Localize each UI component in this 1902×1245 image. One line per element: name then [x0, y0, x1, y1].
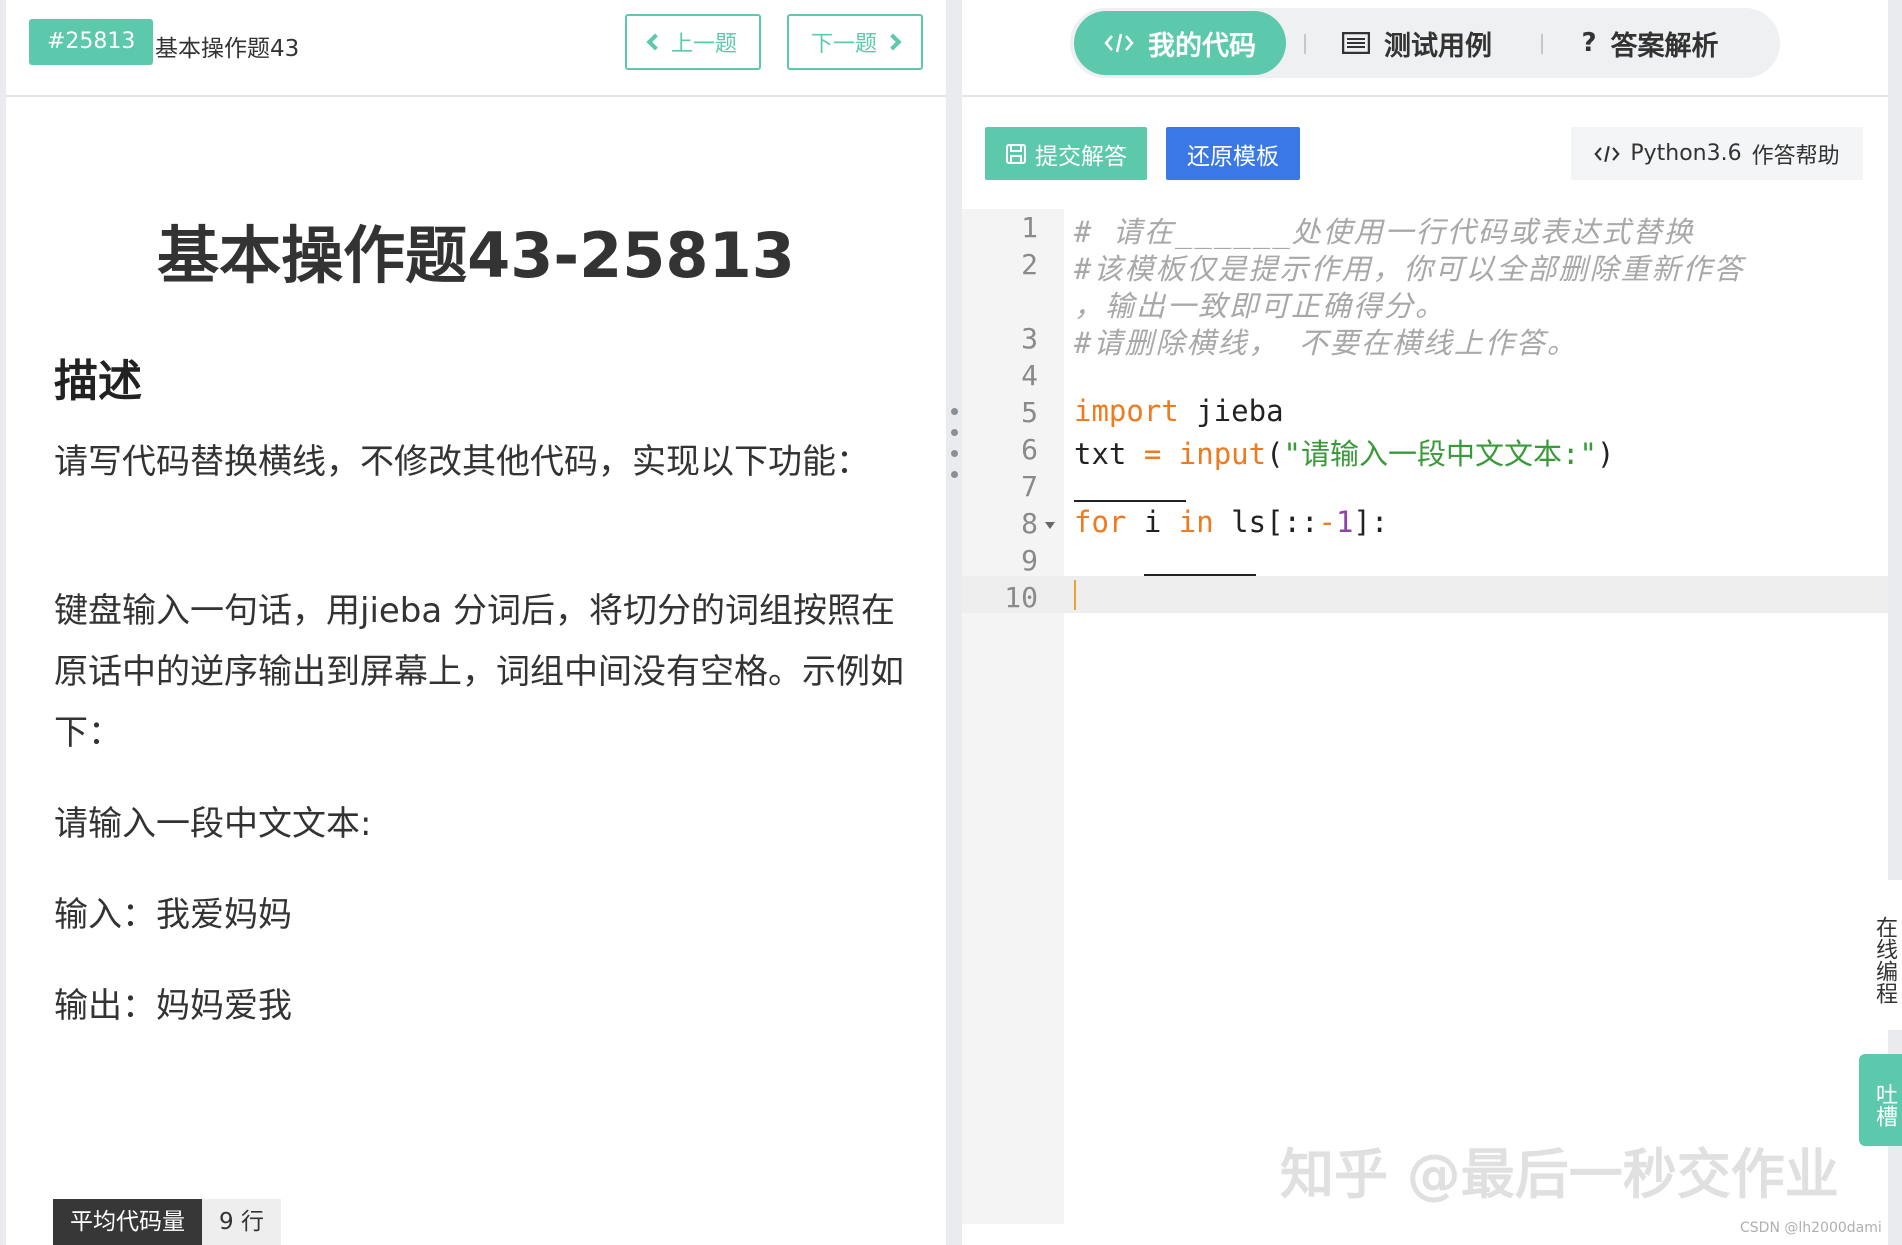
code-token: 1 [1335, 505, 1354, 539]
answer-blank [1143, 542, 1256, 576]
language-help-button[interactable]: Python3.6 作答帮助 [1571, 127, 1863, 180]
tab-test-cases[interactable]: 测试用例 [1322, 8, 1512, 78]
tab-label: 我的代码 [1148, 30, 1256, 62]
line-number: 2 [1021, 248, 1038, 281]
csdn-watermark: CSDN @lh2000dami [1740, 1220, 1882, 1236]
line-number: 9 [1021, 544, 1038, 577]
code-panel: 我的代码 测试用例 ? 答案解析 提交解答 还原模板 Python3.6 作答帮… [962, 0, 1888, 1245]
prev-problem-button[interactable]: 上一题 [625, 14, 761, 70]
code-line: #该模板仅是提示作用，你可以全部删除重新作答 [1074, 252, 1745, 286]
code-token: for [1074, 505, 1127, 539]
tab-divider [1304, 34, 1306, 54]
list-icon [1342, 32, 1370, 54]
chevron-left-icon [646, 33, 664, 51]
problem-panel: #25813 基本操作题43 上一题 下一题 基本操作题43-25813 描述 … [6, 0, 946, 1245]
submit-answer-label: 提交解答 [1035, 143, 1127, 170]
line-number: 4 [1021, 359, 1038, 392]
line-number: 10 [1004, 581, 1038, 614]
example-output: 输出：妈妈爱我 [54, 986, 292, 1026]
drag-dot-icon [951, 408, 958, 415]
tab-answer-analysis[interactable]: ? 答案解析 [1550, 8, 1750, 78]
code-line: # 请在______处使用一行代码或表达式替换 [1074, 215, 1695, 249]
description-paragraph: 键盘输入一句话，用jieba 分词后，将切分的词组按照在原话中的逆序输出到屏幕上… [54, 591, 904, 753]
code-editor[interactable]: 1 2 3 4 5 6 7 8 9 10 # 请在______处使用一行代码或表… [962, 209, 1888, 1224]
code-line: for i in ls[::-1]: [1074, 505, 1388, 539]
code-token: input [1161, 437, 1267, 471]
tab-my-code[interactable]: 我的代码 [1074, 11, 1286, 75]
panel-resize-handle[interactable] [946, 0, 962, 1245]
average-code-size: 平均代码量 9 行 [53, 1199, 281, 1245]
code-token: in [1178, 505, 1214, 539]
line-number: 1 [1021, 211, 1038, 244]
code-token: jieba [1178, 394, 1284, 428]
question-icon: ? [1581, 28, 1597, 58]
next-problem-label: 下一题 [810, 32, 877, 57]
feedback-label: 吐槽 [1872, 1083, 1897, 1127]
code-token: import [1074, 394, 1179, 428]
code-token: ( [1266, 437, 1284, 471]
code-token: ls[:: [1213, 505, 1319, 539]
code-line: txt = input("请输入一段中文文本:") [1074, 431, 1614, 473]
text-cursor [1074, 580, 1076, 610]
code-icon [1104, 33, 1134, 53]
problem-id-badge: #25813 [29, 19, 154, 65]
code-token: "请输入一段中文文本:" [1283, 437, 1597, 471]
line-number: 8 [1021, 507, 1038, 540]
problem-short-name: 基本操作题43 [155, 36, 300, 62]
page-title: 基本操作题43-25813 [157, 219, 795, 292]
code-panel-header: 我的代码 测试用例 ? 答案解析 [962, 0, 1888, 97]
code-line: import jieba [1074, 394, 1284, 428]
code-line: #请删除横线， 不要在横线上作答。 [1074, 326, 1578, 360]
active-line-highlight [962, 576, 1888, 613]
code-token: - [1318, 505, 1336, 539]
submit-answer-button[interactable]: 提交解答 [985, 127, 1147, 180]
next-problem-button[interactable]: 下一题 [787, 14, 923, 70]
drag-dot-icon [951, 429, 958, 436]
online-coding-side-button[interactable]: 在线编程 [1859, 880, 1902, 1030]
tab-bar: 我的代码 测试用例 ? 答案解析 [1070, 8, 1780, 78]
restore-template-button[interactable]: 还原模板 [1166, 127, 1300, 180]
description-heading: 描述 [54, 356, 142, 407]
code-token: i [1126, 505, 1179, 539]
drag-dot-icon [951, 471, 958, 478]
line-number: 5 [1021, 396, 1038, 429]
chevron-right-icon [884, 33, 902, 51]
code-line [1074, 468, 1186, 502]
line-number: 6 [1021, 433, 1038, 466]
tab-label: 答案解析 [1610, 30, 1719, 62]
line-number: 3 [1021, 322, 1038, 355]
help-label: 作答帮助 [1751, 143, 1840, 169]
restore-template-label: 还原模板 [1187, 143, 1279, 170]
language-label: Python3.6 [1630, 141, 1742, 166]
average-code-value: 9 行 [202, 1199, 281, 1245]
fold-toggle-icon[interactable] [1045, 522, 1055, 529]
code-icon [1594, 145, 1621, 162]
save-icon [1006, 143, 1026, 164]
feedback-side-button[interactable]: 吐槽 [1859, 1054, 1902, 1146]
example-prompt: 请输入一段中文文本: [54, 804, 372, 844]
description-paragraph: 请写代码替换横线，不修改其他代码，实现以下功能： [54, 442, 870, 482]
drag-dot-icon [951, 450, 958, 457]
code-token: ]: [1353, 505, 1389, 539]
tab-label: 测试用例 [1384, 30, 1492, 62]
watermark: 知乎 @最后一秒交作业 [1280, 1143, 1839, 1206]
code-token: ) [1596, 437, 1615, 471]
answer-blank [1074, 468, 1186, 502]
prev-problem-label: 上一题 [670, 32, 737, 57]
code-line: ，输出一致即可正确得分。 [1074, 289, 1447, 323]
code-token: = [1143, 437, 1162, 471]
example-input: 输入：我爱妈妈 [54, 895, 292, 935]
problem-header: #25813 基本操作题43 上一题 下一题 [6, 0, 946, 97]
code-line [1074, 542, 1256, 576]
tab-divider [1541, 34, 1543, 54]
code-token: txt [1074, 437, 1144, 471]
online-coding-label: 在线编程 [1872, 916, 1897, 1004]
average-code-label: 平均代码量 [53, 1199, 202, 1245]
line-number: 7 [1021, 470, 1038, 503]
